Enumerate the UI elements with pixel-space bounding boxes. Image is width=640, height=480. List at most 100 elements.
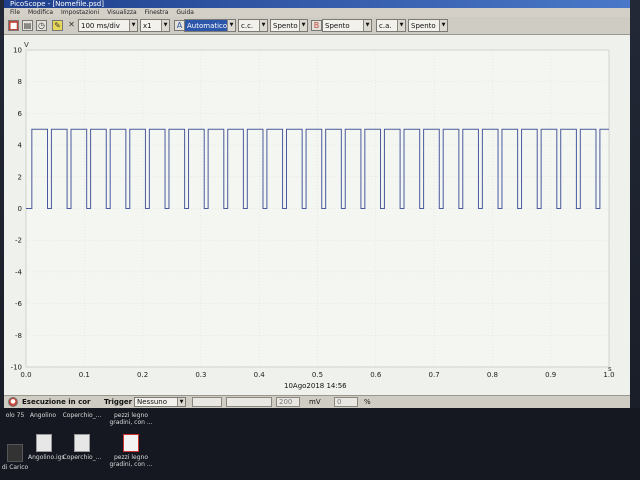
x-tick-label: 0.6 <box>370 371 382 379</box>
y-tick-label: -6 <box>15 300 23 308</box>
y-tick-label: -8 <box>15 332 22 340</box>
desktop-item[interactable]: pezzi legno gradini, con ... <box>106 412 156 426</box>
file-icon <box>7 444 23 462</box>
capture-timestamp: 10Ago2018 14:56 <box>284 382 347 390</box>
file-icon <box>36 434 52 452</box>
range-b-value: Spento <box>411 22 436 30</box>
y-axis-unit: V <box>24 41 29 49</box>
desktop-item[interactable]: pezzi legno gradini, con ... <box>106 434 156 468</box>
chevron-down-icon: ▼ <box>177 398 185 406</box>
x-tick-label: 0.5 <box>312 371 323 379</box>
channel-b-select[interactable]: Spento ▼ <box>322 19 372 32</box>
x-tick-label: 0.4 <box>254 371 266 379</box>
scope-view[interactable]: 10 8 6 4 2 0 -2 -4 -6 -8 -10 0.0 0.1 0.2 0.3 0.4 0.5 0.6… <box>4 35 630 395</box>
y-axis-ticks: 1086420-2-4-6-8-10 <box>11 47 23 372</box>
x-tick-label: 0.0 <box>20 371 31 379</box>
y-tick-label: -2 <box>15 237 22 245</box>
trigger-mode-select[interactable]: Automatico ▼ <box>184 19 236 32</box>
y-tick-label: 0 <box>18 205 22 213</box>
chevron-down-icon: ▼ <box>363 20 371 31</box>
desktop-item-label: pezzi legno gradini, con ... <box>109 454 153 468</box>
x-tick-label: 0.3 <box>195 371 206 379</box>
pencil-icon[interactable]: ✎ <box>52 20 63 31</box>
trigger-edge-select[interactable] <box>226 397 272 407</box>
y-tick-label: 2 <box>18 173 22 181</box>
x-axis-ticks: 0.0 0.1 0.2 0.3 0.4 0.5 0.6 0.7 0.8 0.9 1.0 <box>20 371 614 379</box>
x-tick-label: 0.1 <box>79 371 90 379</box>
menu-file[interactable]: File <box>10 8 20 17</box>
desktop-item[interactable]: Angolino.igs <box>28 434 65 461</box>
trigger-level-input[interactable]: 200 <box>276 397 300 407</box>
toolbar: ■ ▤ ◷ ✎ ✕ 100 ms/div ▼ x1 ▼ A Automatico ▼ … <box>4 17 630 35</box>
file-icon <box>74 434 90 452</box>
trigger-select[interactable]: Nessuno ▼ <box>134 397 186 407</box>
cross-icon[interactable]: ✕ <box>66 20 77 31</box>
run-status: Esecuzione in cor <box>22 398 91 406</box>
desktop-item[interactable]: olo 75 <box>0 412 30 419</box>
x-tick-label: 0.8 <box>487 371 498 379</box>
pretrigger-input[interactable]: 0 <box>334 397 358 407</box>
range-a-select[interactable]: Spento ▼ <box>270 19 308 32</box>
menu-edit[interactable]: Modifica <box>28 8 53 17</box>
pdf-icon <box>123 434 139 452</box>
chevron-down-icon: ▼ <box>397 20 405 31</box>
desktop-area: olo 75 Angolino Coperchio_... pezzi legn… <box>0 408 640 480</box>
chevron-down-icon: ▼ <box>227 20 235 31</box>
desktop-item-label: di Carico <box>1 464 29 471</box>
multiplier-value: x1 <box>143 22 152 30</box>
channel-b-icon: B <box>311 20 322 31</box>
stop-icon[interactable]: ● <box>8 397 18 407</box>
range-b-select[interactable]: Spento ▼ <box>408 19 448 32</box>
picoscope-window: PicoScope - [Nomefile.psd] File Modifica… <box>4 0 630 408</box>
timebase-value: 100 ms/div <box>81 22 120 30</box>
desktop-item[interactable]: di Carico <box>0 444 30 471</box>
clock-icon[interactable]: ◷ <box>36 20 47 31</box>
timebase-select[interactable]: 100 ms/div ▼ <box>78 19 138 32</box>
desktop-item-label: Angolino.igs <box>28 454 65 461</box>
desktop-item[interactable]: Coperchio_... <box>62 412 102 419</box>
coupling-b-select[interactable]: c.a. ▼ <box>376 19 406 32</box>
chevron-down-icon: ▼ <box>439 20 447 31</box>
trigger-source-select[interactable] <box>192 397 222 407</box>
chevron-down-icon: ▼ <box>161 20 169 31</box>
x-axis-unit: s <box>608 365 612 373</box>
menu-help[interactable]: Guida <box>176 8 194 17</box>
save-icon[interactable]: ▤ <box>22 20 33 31</box>
desktop-item-label: Angolino <box>29 412 57 419</box>
trigger-level-unit: mV <box>309 398 321 406</box>
menu-settings[interactable]: Impostazioni <box>61 8 99 17</box>
x-tick-label: 0.2 <box>137 371 148 379</box>
menu-window[interactable]: Finestra <box>145 8 169 17</box>
menu-bar: File Modifica Impostazioni Visualizza Fi… <box>4 8 630 17</box>
coupling-a-value: c.c. <box>241 22 254 30</box>
y-tick-label: 6 <box>18 110 23 118</box>
status-bar: ● Esecuzione in cor Trigger Nessuno ▼ 200… <box>4 395 630 408</box>
desktop-item-label: pezzi legno gradini, con ... <box>109 412 153 426</box>
chevron-down-icon: ▼ <box>259 20 267 31</box>
desktop-item-label: olo 75 <box>5 412 25 419</box>
coupling-b-value: c.a. <box>379 22 392 30</box>
desktop-item[interactable]: Coperchio_... <box>62 434 102 461</box>
trigger-mode-value: Automatico <box>187 22 228 30</box>
y-tick-label: 10 <box>13 47 22 55</box>
chevron-down-icon: ▼ <box>299 20 307 31</box>
desktop-item[interactable]: Angolino <box>28 412 58 419</box>
desktop-item-label: Coperchio_... <box>62 412 102 419</box>
chevron-down-icon: ▼ <box>129 20 137 31</box>
window-title: PicoScope - [Nomefile.psd] <box>4 0 630 8</box>
desktop-item-label: Coperchio_... <box>62 454 102 461</box>
menu-view[interactable]: Visualizza <box>107 8 137 17</box>
y-tick-label: 4 <box>18 142 23 150</box>
pretrigger-unit: % <box>364 398 371 406</box>
y-tick-label: -4 <box>15 268 23 276</box>
coupling-a-select[interactable]: c.c. ▼ <box>238 19 268 32</box>
stop-icon[interactable]: ■ <box>8 20 19 31</box>
trigger-value: Nessuno <box>137 398 167 406</box>
multiplier-select[interactable]: x1 ▼ <box>140 19 170 32</box>
range-a-value: Spento <box>273 22 298 30</box>
scope-chart: 1086420-2-4-6-8-10 0.0 0.1 0.2 0.3 0.4 0.5 0.6… <box>11 41 615 390</box>
trigger-label: Trigger <box>104 398 133 406</box>
x-tick-label: 0.7 <box>429 371 440 379</box>
y-tick-label: 8 <box>18 78 22 86</box>
x-tick-label: 0.9 <box>545 371 556 379</box>
